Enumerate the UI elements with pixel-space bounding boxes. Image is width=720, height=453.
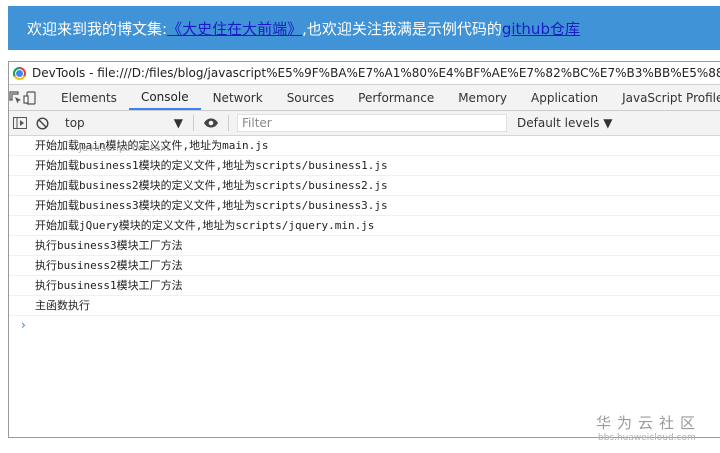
toolbar-divider bbox=[228, 115, 229, 131]
prompt-chevron-icon: › bbox=[21, 318, 26, 332]
console-log-line: 开始加载business1模块的定义文件,地址为scripts/business… bbox=[9, 156, 720, 176]
show-sidebar-icon[interactable] bbox=[9, 112, 31, 134]
devtools-titlebar: DevTools - file:///D:/files/blog/javascr… bbox=[9, 62, 720, 84]
context-selector-value: top bbox=[65, 116, 85, 130]
console-log-line: 主函数执行 bbox=[9, 296, 720, 316]
watermark-logo: 华为云社区 bbox=[596, 414, 702, 432]
toolbar-divider bbox=[193, 115, 194, 131]
console-output: 开始加载main模块的定义文件,地址为main.js 开始加载business1… bbox=[9, 136, 720, 335]
context-selector[interactable]: top ▼ bbox=[61, 114, 187, 132]
console-log-line: 开始加载business2模块的定义文件,地址为scripts/business… bbox=[9, 176, 720, 196]
dropdown-arrow-icon: ▼ bbox=[173, 116, 183, 130]
tab-javascript-profiler[interactable]: JavaScript Profiler bbox=[610, 85, 720, 110]
tab-application[interactable]: Application bbox=[519, 85, 610, 110]
banner-prefix: 欢迎来到我的博文集: bbox=[27, 19, 168, 38]
devtools-title: DevTools - file:///D:/files/blog/javascr… bbox=[32, 66, 720, 80]
console-toolbar: top ▼ Filter Default levels ▼ bbox=[9, 111, 720, 136]
console-log-line: 执行business1模块工厂方法 bbox=[9, 276, 720, 296]
tab-performance[interactable]: Performance bbox=[346, 85, 446, 110]
device-toolbar-icon[interactable] bbox=[23, 85, 37, 110]
log-levels-dropdown[interactable]: Default levels ▼ bbox=[517, 116, 613, 130]
live-expression-eye-icon[interactable] bbox=[200, 112, 222, 134]
tab-network[interactable]: Network bbox=[201, 85, 275, 110]
blog-banner: 欢迎来到我的博文集: 《大史住在大前端》 ,也欢迎关注我满是示例代码的 gith… bbox=[8, 6, 720, 50]
console-log-line: 执行business3模块工厂方法 bbox=[9, 236, 720, 256]
devtools-window: DevTools - file:///D:/files/blog/javascr… bbox=[8, 61, 720, 438]
tab-sources[interactable]: Sources bbox=[275, 85, 346, 110]
banner-middle-text: ,也欢迎关注我满是示例代码的 bbox=[302, 19, 502, 38]
inspect-element-icon[interactable] bbox=[9, 85, 23, 110]
console-log-line: 执行business2模块工厂方法 bbox=[9, 256, 720, 276]
console-log-line: 开始加载business3模块的定义文件,地址为scripts/business… bbox=[9, 196, 720, 216]
blog-collection-link[interactable]: 《大史住在大前端》 bbox=[167, 18, 302, 39]
console-log-line: 开始加载main模块的定义文件,地址为main.js bbox=[9, 136, 720, 156]
tab-memory[interactable]: Memory bbox=[446, 85, 519, 110]
tab-console[interactable]: Console bbox=[128, 85, 201, 110]
tab-elements[interactable]: Elements bbox=[49, 85, 129, 110]
console-log-line: 开始加载jQuery模块的定义文件,地址为scripts/jquery.min.… bbox=[9, 216, 720, 236]
github-repo-link[interactable]: github仓库 bbox=[502, 18, 580, 39]
clear-console-icon[interactable] bbox=[31, 112, 53, 134]
devtools-tabbar: Elements Console Network Sources Perform… bbox=[9, 84, 720, 111]
filter-input[interactable]: Filter bbox=[237, 114, 507, 132]
watermark-url: bbs.huaweicloud.com bbox=[598, 433, 696, 443]
chrome-icon bbox=[13, 66, 26, 80]
console-prompt[interactable]: › bbox=[9, 316, 720, 335]
